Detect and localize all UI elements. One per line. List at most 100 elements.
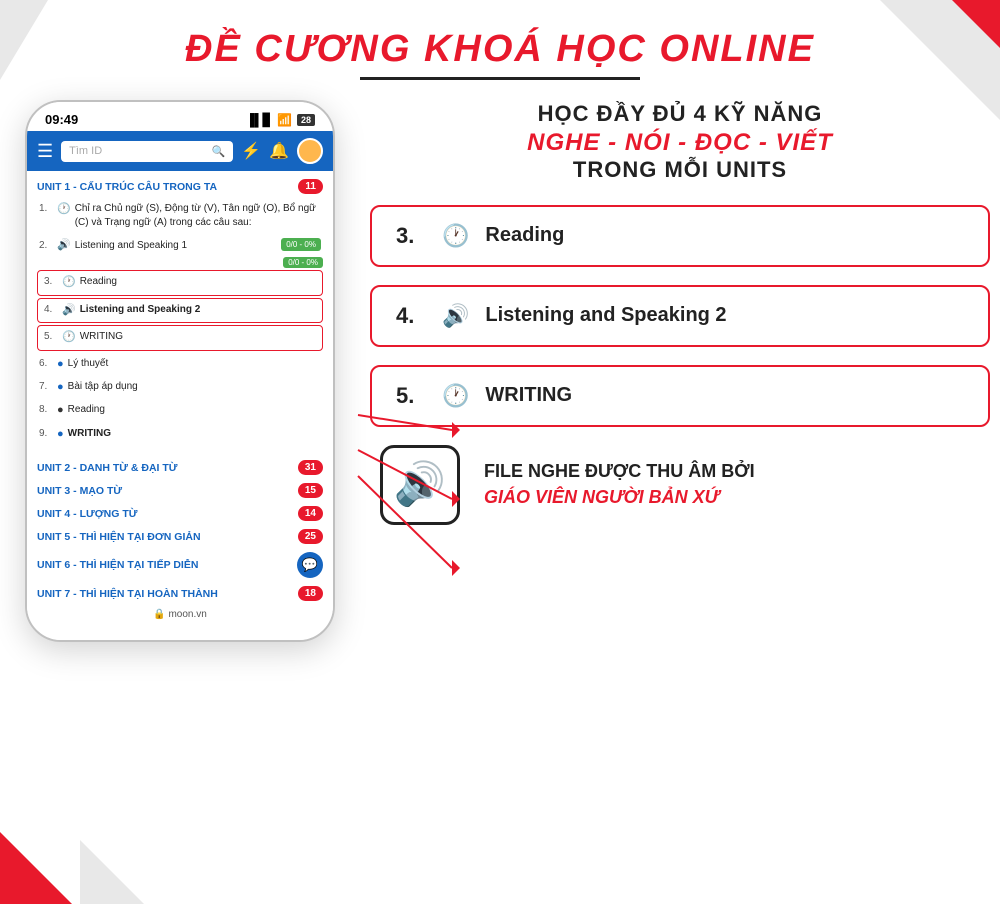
lesson-icon-4: 🔊 [62,303,76,318]
clock-icon-5: 🕐 [442,383,469,409]
skill-label-listening: Listening and Speaking 2 [485,304,726,327]
lesson-item-8[interactable]: 8. ● Reading [37,399,323,422]
skills-heading: HỌC ĐẦY ĐỦ 4 KỸ NĂNG NGHE - NÓI - ĐỌC - … [370,100,990,183]
unit3-badge: 15 [298,483,323,498]
lesson-num-8: 8. [39,403,53,417]
unit3-title: UNIT 3 - MẠO TỪ [37,485,122,497]
lesson-icon-6: ● [57,357,64,372]
lesson-text-6: Lý thuyết [68,357,321,371]
lesson-item-1[interactable]: 1. 🕐 Chỉ ra Chủ ngữ (S), Động từ (V), Tâ… [37,198,323,234]
status-icons: ▐▌▊ 📶 28 [246,113,315,127]
lesson-progress-2b: 0/0 - 0% [283,257,323,268]
skill-label-writing: WRITING [485,384,572,407]
lesson-item-6[interactable]: 6. ● Lý thuyết [37,353,323,376]
lesson-item-5[interactable]: 5. 🕐 WRITING [37,325,323,350]
lesson-text-1: Chỉ ra Chủ ngữ (S), Động từ (V), Tân ngữ… [75,202,321,230]
unit6-header[interactable]: UNIT 6 - THÌ HIỆN TẠI TIẾP DIỄN 💬 [37,546,323,580]
skill-num-5: 5. [396,383,426,409]
lesson-num-1: 1. [39,202,53,216]
lesson-item-7[interactable]: 7. ● Bài tập áp dụng [37,376,323,399]
skill-card-reading[interactable]: 3. 🕐 Reading [370,205,990,267]
unit7-header[interactable]: UNIT 7 - THÌ HIỆN TẠI HOÀN THÀNH 18 [37,580,323,603]
lesson-text-8: Reading [68,403,321,417]
wifi-icon: 📶 [277,113,292,127]
unit3-header[interactable]: UNIT 3 - MẠO TỪ 15 [37,477,323,500]
signal-icon: ▐▌▊ [246,113,272,127]
main-container: ĐỀ CƯƠNG KHOÁ HỌC ONLINE 09:49 ▐▌▊ 📶 28 … [0,0,1000,904]
unit5-header[interactable]: UNIT 5 - THÌ HIỆN TẠI ĐƠN GIẢN 25 [37,523,323,546]
lesson-text-4: Listening and Speaking 2 [80,303,316,317]
lesson-num-9: 9. [39,427,53,441]
skill-card-writing[interactable]: 5. 🕐 WRITING [370,365,990,427]
unit6-title: UNIT 6 - THÌ HIỆN TẠI TIẾP DIỄN [37,559,198,571]
lesson-icon-3: 🕐 [62,275,76,290]
right-panel: HỌC ĐẦY ĐỦ 4 KỸ NĂNG NGHE - NÓI - ĐỌC - … [370,100,990,525]
lesson-progress-2: 0/0 - 0% [281,238,321,251]
avatar[interactable] [297,138,323,164]
unit2-header[interactable]: UNIT 2 - DANH TỪ & ĐẠI TỪ 31 [37,454,323,477]
phone-header: ☰ Tìm ID 🔍 ⚡ 🔔 [27,131,333,171]
audio-text-line1: FILE NGHE ĐƯỢC THU ÂM BỞI [484,459,755,484]
title-underline [360,77,640,80]
audio-text: FILE NGHE ĐƯỢC THU ÂM BỞI GIÁO VIÊN NGƯỜ… [484,459,755,509]
moon-footer: 🔒 moon.vn [37,603,323,630]
lesson-icon-2: 🔊 [57,238,71,253]
unit5-title: UNIT 5 - THÌ HIỆN TẠI ĐƠN GIẢN [37,531,201,543]
battery-indicator: 28 [297,114,315,126]
skills-line1: HỌC ĐẦY ĐỦ 4 KỸ NĂNG [370,100,990,129]
search-box[interactable]: Tìm ID 🔍 [61,141,233,162]
phone-body: UNIT 1 - CẤU TRÚC CÂU TRONG TA 11 1. 🕐 C… [27,171,333,640]
lesson-item-2[interactable]: 2. 🔊 Listening and Speaking 1 0/0 - 0% [37,234,323,257]
lesson-text-5: WRITING [80,330,316,344]
hamburger-icon[interactable]: ☰ [37,141,53,162]
unit7-badge: 18 [298,586,323,601]
lesson-item-9[interactable]: 9. ● WRITING [37,423,323,446]
lesson-num-6: 6. [39,357,53,371]
unit1-badge: 11 [298,179,323,194]
unit1-header[interactable]: UNIT 1 - CẤU TRÚC CÂU TRONG TA 11 [37,171,323,198]
bell-icon[interactable]: 🔔 [269,141,289,161]
skill-label-reading: Reading [485,224,564,247]
lesson-text-9: WRITING [68,427,321,441]
phone-wrapper: 09:49 ▐▌▊ 📶 28 ☰ Tìm ID 🔍 ⚡ [10,100,350,642]
skill-card-listening[interactable]: 4. 🔊 Listening and Speaking 2 [370,285,990,347]
search-icon[interactable]: 🔍 [211,145,225,158]
unit4-badge: 14 [298,506,323,521]
search-placeholder: Tìm ID [69,145,102,157]
unit4-header[interactable]: UNIT 4 - LƯỢNG TỪ 14 [37,500,323,523]
clock-icon-3: 🕐 [442,223,469,249]
lesson-num-7: 7. [39,380,53,394]
skill-num-4: 4. [396,303,426,329]
lesson-icon-9: ● [57,427,64,442]
content-row: 09:49 ▐▌▊ 📶 28 ☰ Tìm ID 🔍 ⚡ [10,100,990,642]
skill-num-3: 3. [396,223,426,249]
unit2-badge: 31 [298,460,323,475]
header-icons: ⚡ 🔔 [241,138,323,164]
messenger-button[interactable]: 💬 [297,552,323,578]
audio-speaker-icon: 🔊 [394,460,446,509]
skills-line2: NGHE - NÓI - ĐỌC - VIẾT [370,129,990,157]
page-title: ĐỀ CƯƠNG KHOÁ HỌC ONLINE [185,28,815,71]
moon-domain: moon.vn [168,609,206,620]
lesson-icon-1: 🕐 [57,202,71,217]
lesson-num-5: 5. [44,330,58,344]
phone-status-bar: 09:49 ▐▌▊ 📶 28 [27,102,333,131]
lock-icon: 🔒 [153,609,165,620]
unit7-title: UNIT 7 - THÌ HIỆN TẠI HOÀN THÀNH [37,588,218,600]
speaker-icon-4: 🔊 [442,303,469,329]
lesson-num-2: 2. [39,239,53,253]
audio-icon-box: 🔊 [380,445,460,525]
lesson-item-4[interactable]: 4. 🔊 Listening and Speaking 2 [37,298,323,323]
skills-line3: TRONG MỖI UNITS [370,157,990,183]
audio-text-line2: GIÁO VIÊN NGƯỜI BẢN XỨ [484,485,755,510]
lesson-item-3[interactable]: 3. 🕐 Reading [37,270,323,295]
phone-frame: 09:49 ▐▌▊ 📶 28 ☰ Tìm ID 🔍 ⚡ [25,100,335,642]
unit5-badge: 25 [298,529,323,544]
status-time: 09:49 [45,112,78,127]
lightning-icon[interactable]: ⚡ [241,141,261,161]
lesson-icon-8: ● [57,403,64,418]
unit2-title: UNIT 2 - DANH TỪ & ĐẠI TỪ [37,462,178,474]
divider-1 [37,446,323,454]
lesson-text-7: Bài tập áp dụng [68,380,321,394]
lesson-text-2: Listening and Speaking 1 [75,239,187,253]
